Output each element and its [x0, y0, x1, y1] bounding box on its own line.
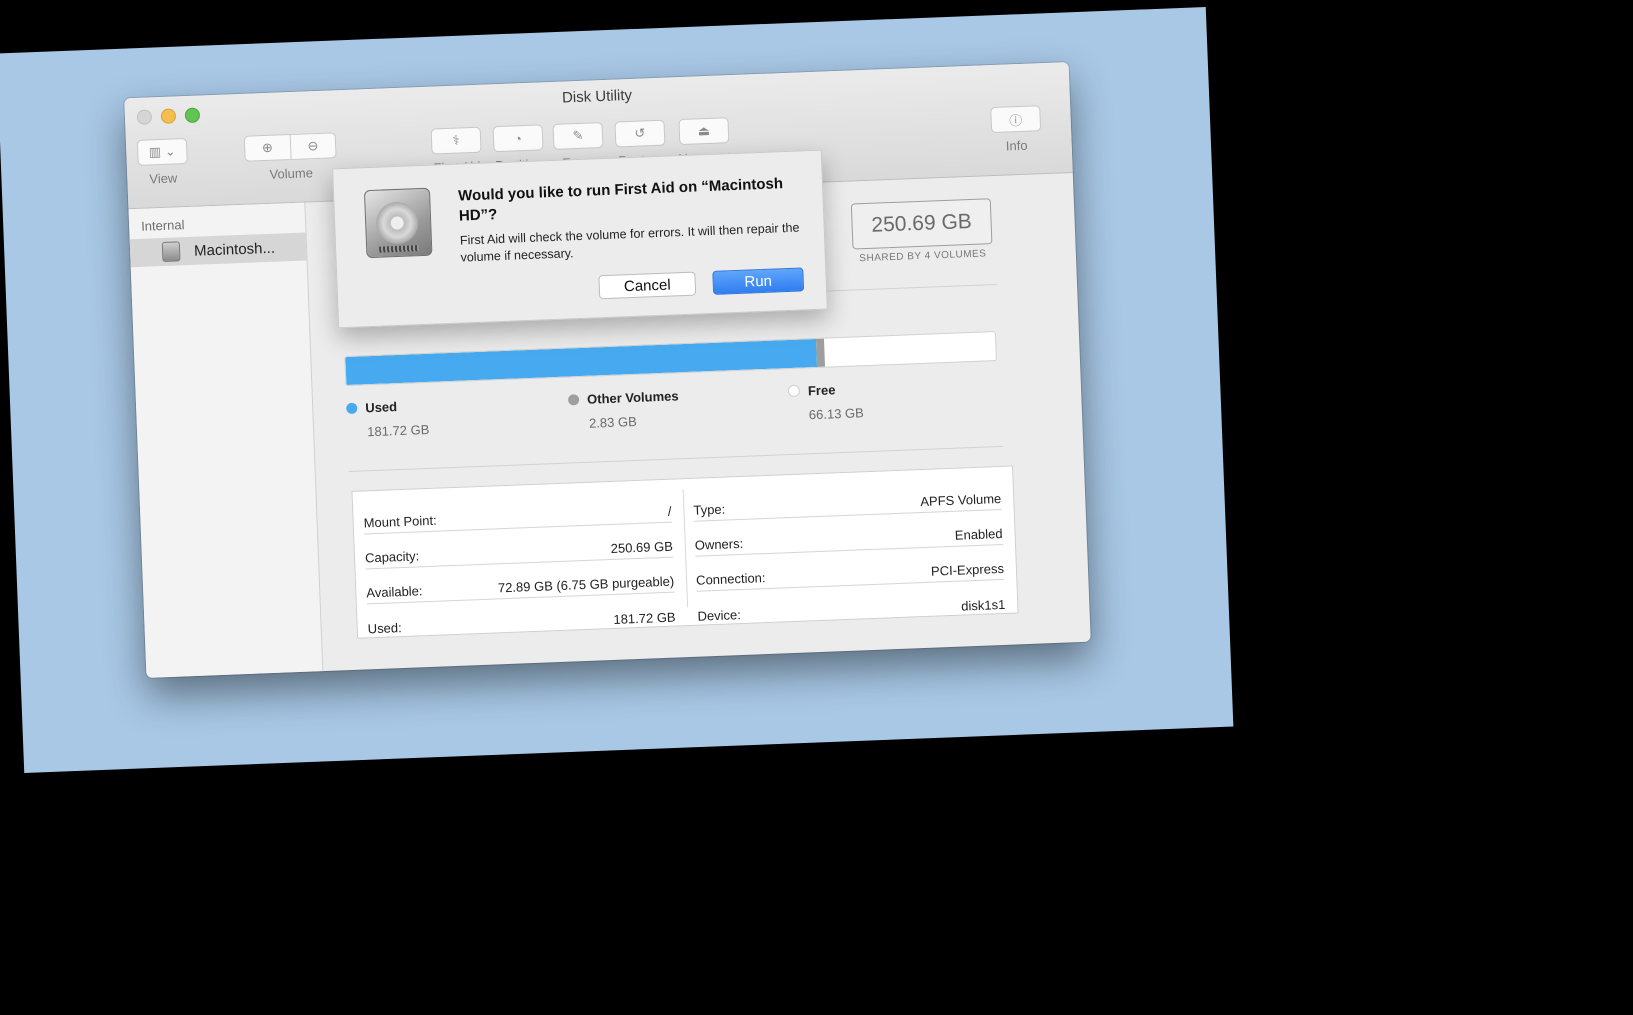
eject-icon: ⏏: [697, 122, 711, 139]
usage-bar: [344, 331, 997, 387]
screenshot-scene: Disk Utility ▥ ⌄ View ⊕ ⊖ Volume ⚕ First…: [0, 0, 1633, 1015]
usage-other-segment: [816, 338, 825, 367]
legend-other-value: 2.83 GB: [588, 413, 637, 431]
view-tool: ▥ ⌄ View: [136, 137, 190, 187]
info-column-left: Mount Point: / Capacity: 250.69 GB Availab…: [362, 487, 676, 640]
disk-icon: [161, 241, 181, 263]
volume-info-table: Mount Point: / Capacity: 250.69 GB Availab…: [351, 465, 1019, 640]
view-button[interactable]: ▥ ⌄: [136, 137, 188, 166]
remove-volume-icon: ⊖: [307, 137, 319, 154]
disk-connector: [379, 245, 420, 253]
unmount-button[interactable]: ⏏: [678, 117, 730, 146]
free-color-dot: [787, 384, 801, 398]
erase-icon: ✎: [572, 127, 584, 144]
usage-used-segment: [345, 338, 818, 386]
info-value: PCI-Express: [930, 560, 1005, 579]
hard-disk-icon: [363, 187, 433, 259]
volume-label: Volume: [269, 165, 314, 182]
stethoscope-icon: ⚕: [452, 132, 460, 148]
legend-free-name: Free: [807, 382, 836, 399]
dialog-title: Would you like to run First Aid on “Maci…: [457, 175, 784, 225]
chevron-down-icon: ⌄: [164, 143, 176, 159]
info-label: Owners:: [694, 535, 744, 553]
first-aid-dialog: Would you like to run First Aid on “Maci…: [332, 149, 828, 329]
dialog-message: First Aid will check the volume for erro…: [459, 220, 800, 265]
sidebar-section-internal: Internal: [140, 217, 185, 234]
info-value: 181.72 GB: [613, 609, 676, 627]
erase-button[interactable]: ✎: [552, 122, 604, 150]
sidebar: Internal Macintosh...: [128, 202, 324, 678]
add-volume-button[interactable]: ⊕: [243, 134, 292, 162]
info-label: Device:: [697, 607, 742, 624]
add-volume-icon: ⊕: [261, 139, 274, 156]
run-button[interactable]: Run: [712, 267, 805, 295]
legend-free-value: 66.13 GB: [808, 405, 865, 423]
legend-used-value: 181.72 GB: [366, 421, 430, 440]
restore-button[interactable]: ↺: [614, 119, 666, 148]
info-label: Connection:: [695, 570, 766, 588]
info-value: /: [667, 503, 672, 519]
info-value: APFS Volume: [920, 490, 1002, 510]
info-tool: ⓘ Info: [987, 105, 1045, 154]
capacity-box: 250.69 GB: [850, 198, 993, 250]
shared-volumes-note: SHARED BY 4 VOLUMES: [859, 248, 987, 265]
partition-button[interactable]: ◔: [492, 124, 544, 153]
info-label: Info: [1005, 137, 1028, 154]
legend-used-name: Used: [364, 399, 398, 416]
info-value: Enabled: [954, 525, 1003, 543]
legend-free: Free 66.13 GB: [787, 381, 865, 423]
legend-other: Other Volumes 2.83 GB: [567, 388, 680, 431]
sidebar-item-label: Macintosh...: [193, 239, 276, 260]
info-button[interactable]: ⓘ: [990, 105, 1042, 134]
column-divider: [682, 489, 689, 608]
sidebar-item-macintosh-hd[interactable]: Macintosh...: [129, 232, 307, 268]
info-value: 72.89 GB (6.75 GB purgeable): [497, 573, 675, 596]
legend-other-name: Other Volumes: [586, 388, 679, 407]
info-icon: ⓘ: [1008, 112, 1023, 128]
view-label: View: [149, 170, 178, 187]
other-color-dot: [567, 394, 580, 406]
info-label: Mount Point:: [363, 512, 437, 531]
sidebar-toggle-icon: ▥: [148, 143, 162, 160]
info-label: Used:: [367, 620, 402, 637]
info-value: 250.69 GB: [610, 538, 674, 557]
info-label: Available:: [366, 583, 423, 601]
restore-icon: ↺: [634, 125, 646, 141]
first-aid-button[interactable]: ⚕: [430, 126, 482, 155]
cancel-button[interactable]: Cancel: [598, 271, 697, 300]
legend-used: Used 181.72 GB: [346, 398, 430, 440]
info-label: Type:: [693, 501, 726, 518]
pie-icon: ◔: [513, 130, 523, 146]
info-column-right: Type: APFS Volume Owners: Enabled Connecti…: [692, 474, 1006, 627]
info-value: disk1s1: [960, 596, 1006, 614]
disk-platter: [375, 201, 419, 245]
divider: [348, 445, 1004, 473]
used-color-dot: [346, 402, 358, 415]
remove-volume-button[interactable]: ⊖: [290, 132, 337, 160]
volume-segment: ⊕ ⊖: [243, 132, 337, 162]
disk-utility-window: Disk Utility ▥ ⌄ View ⊕ ⊖ Volume ⚕ First…: [124, 62, 1091, 678]
volume-tool: ⊕ ⊖ Volume: [242, 132, 340, 183]
info-label: Capacity:: [364, 548, 420, 566]
